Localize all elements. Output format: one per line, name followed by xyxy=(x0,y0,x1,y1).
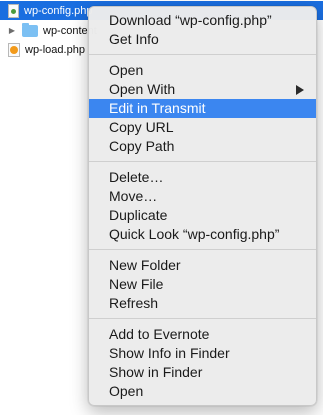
menu-item-move[interactable]: Move… xyxy=(89,187,316,206)
menu-item-quick-look-wp-config-php[interactable]: Quick Look “wp-config.php” xyxy=(89,225,316,244)
menu-item-label: Show Info in Finder xyxy=(109,345,230,361)
menu-item-new-folder[interactable]: New Folder xyxy=(89,256,316,275)
menu-item-open[interactable]: Open xyxy=(89,61,316,80)
menu-item-label: Move… xyxy=(109,188,158,204)
menu-item-open[interactable]: Open xyxy=(89,382,316,401)
menu-item-copy-path[interactable]: Copy Path xyxy=(89,137,316,156)
php-file-icon xyxy=(8,42,20,57)
menu-item-label: Show in Finder xyxy=(109,364,203,380)
menu-item-label: Copy Path xyxy=(109,138,175,154)
menu-item-label: New Folder xyxy=(109,257,181,273)
menu-separator xyxy=(89,54,316,55)
menu-item-label: Open xyxy=(109,62,144,78)
menu-item-label: Duplicate xyxy=(109,207,168,223)
menu-item-copy-url[interactable]: Copy URL xyxy=(89,118,316,137)
menu-item-show-info-in-finder[interactable]: Show Info in Finder xyxy=(89,344,316,363)
menu-item-label: Get Info xyxy=(109,31,159,47)
menu-item-delete[interactable]: Delete… xyxy=(89,168,316,187)
menu-item-download-wp-config-php[interactable]: Download “wp-config.php” xyxy=(89,11,316,30)
menu-item-label: Delete… xyxy=(109,169,164,185)
menu-item-add-to-evernote[interactable]: Add to Evernote xyxy=(89,325,316,344)
php-file-icon xyxy=(8,3,19,18)
context-menu: Download “wp-config.php” Get Info Open Open… xyxy=(88,6,317,406)
menu-item-label: Quick Look “wp-config.php” xyxy=(109,226,280,242)
menu-item-label: Edit in Transmit xyxy=(109,100,206,116)
folder-icon xyxy=(22,22,38,37)
menu-item-label: New File xyxy=(109,276,164,292)
menu-separator xyxy=(89,161,316,162)
menu-item-label: Refresh xyxy=(109,295,159,311)
disclosure-triangle-icon[interactable]: ▶ xyxy=(6,26,18,35)
menu-separator xyxy=(89,249,316,250)
menu-item-label: Copy URL xyxy=(109,119,174,135)
file-name: wp-load.php xyxy=(25,43,85,56)
menu-item-show-in-finder[interactable]: Show in Finder xyxy=(89,363,316,382)
menu-item-new-file[interactable]: New File xyxy=(89,275,316,294)
menu-item-duplicate[interactable]: Duplicate xyxy=(89,206,316,225)
menu-item-open-with[interactable]: Open With xyxy=(89,80,316,99)
menu-item-label: Open xyxy=(109,383,144,399)
file-name: wp-config.php xyxy=(24,4,93,17)
menu-item-label: Add to Evernote xyxy=(109,326,210,342)
menu-item-refresh[interactable]: Refresh xyxy=(89,294,316,313)
menu-item-label: Open With xyxy=(109,81,176,97)
menu-item-edit-in-transmit[interactable]: Edit in Transmit xyxy=(89,99,316,118)
menu-item-label: Download “wp-config.php” xyxy=(109,12,272,28)
menu-item-get-info[interactable]: Get Info xyxy=(89,30,316,49)
submenu-arrow-icon xyxy=(296,85,304,95)
menu-separator xyxy=(89,318,316,319)
